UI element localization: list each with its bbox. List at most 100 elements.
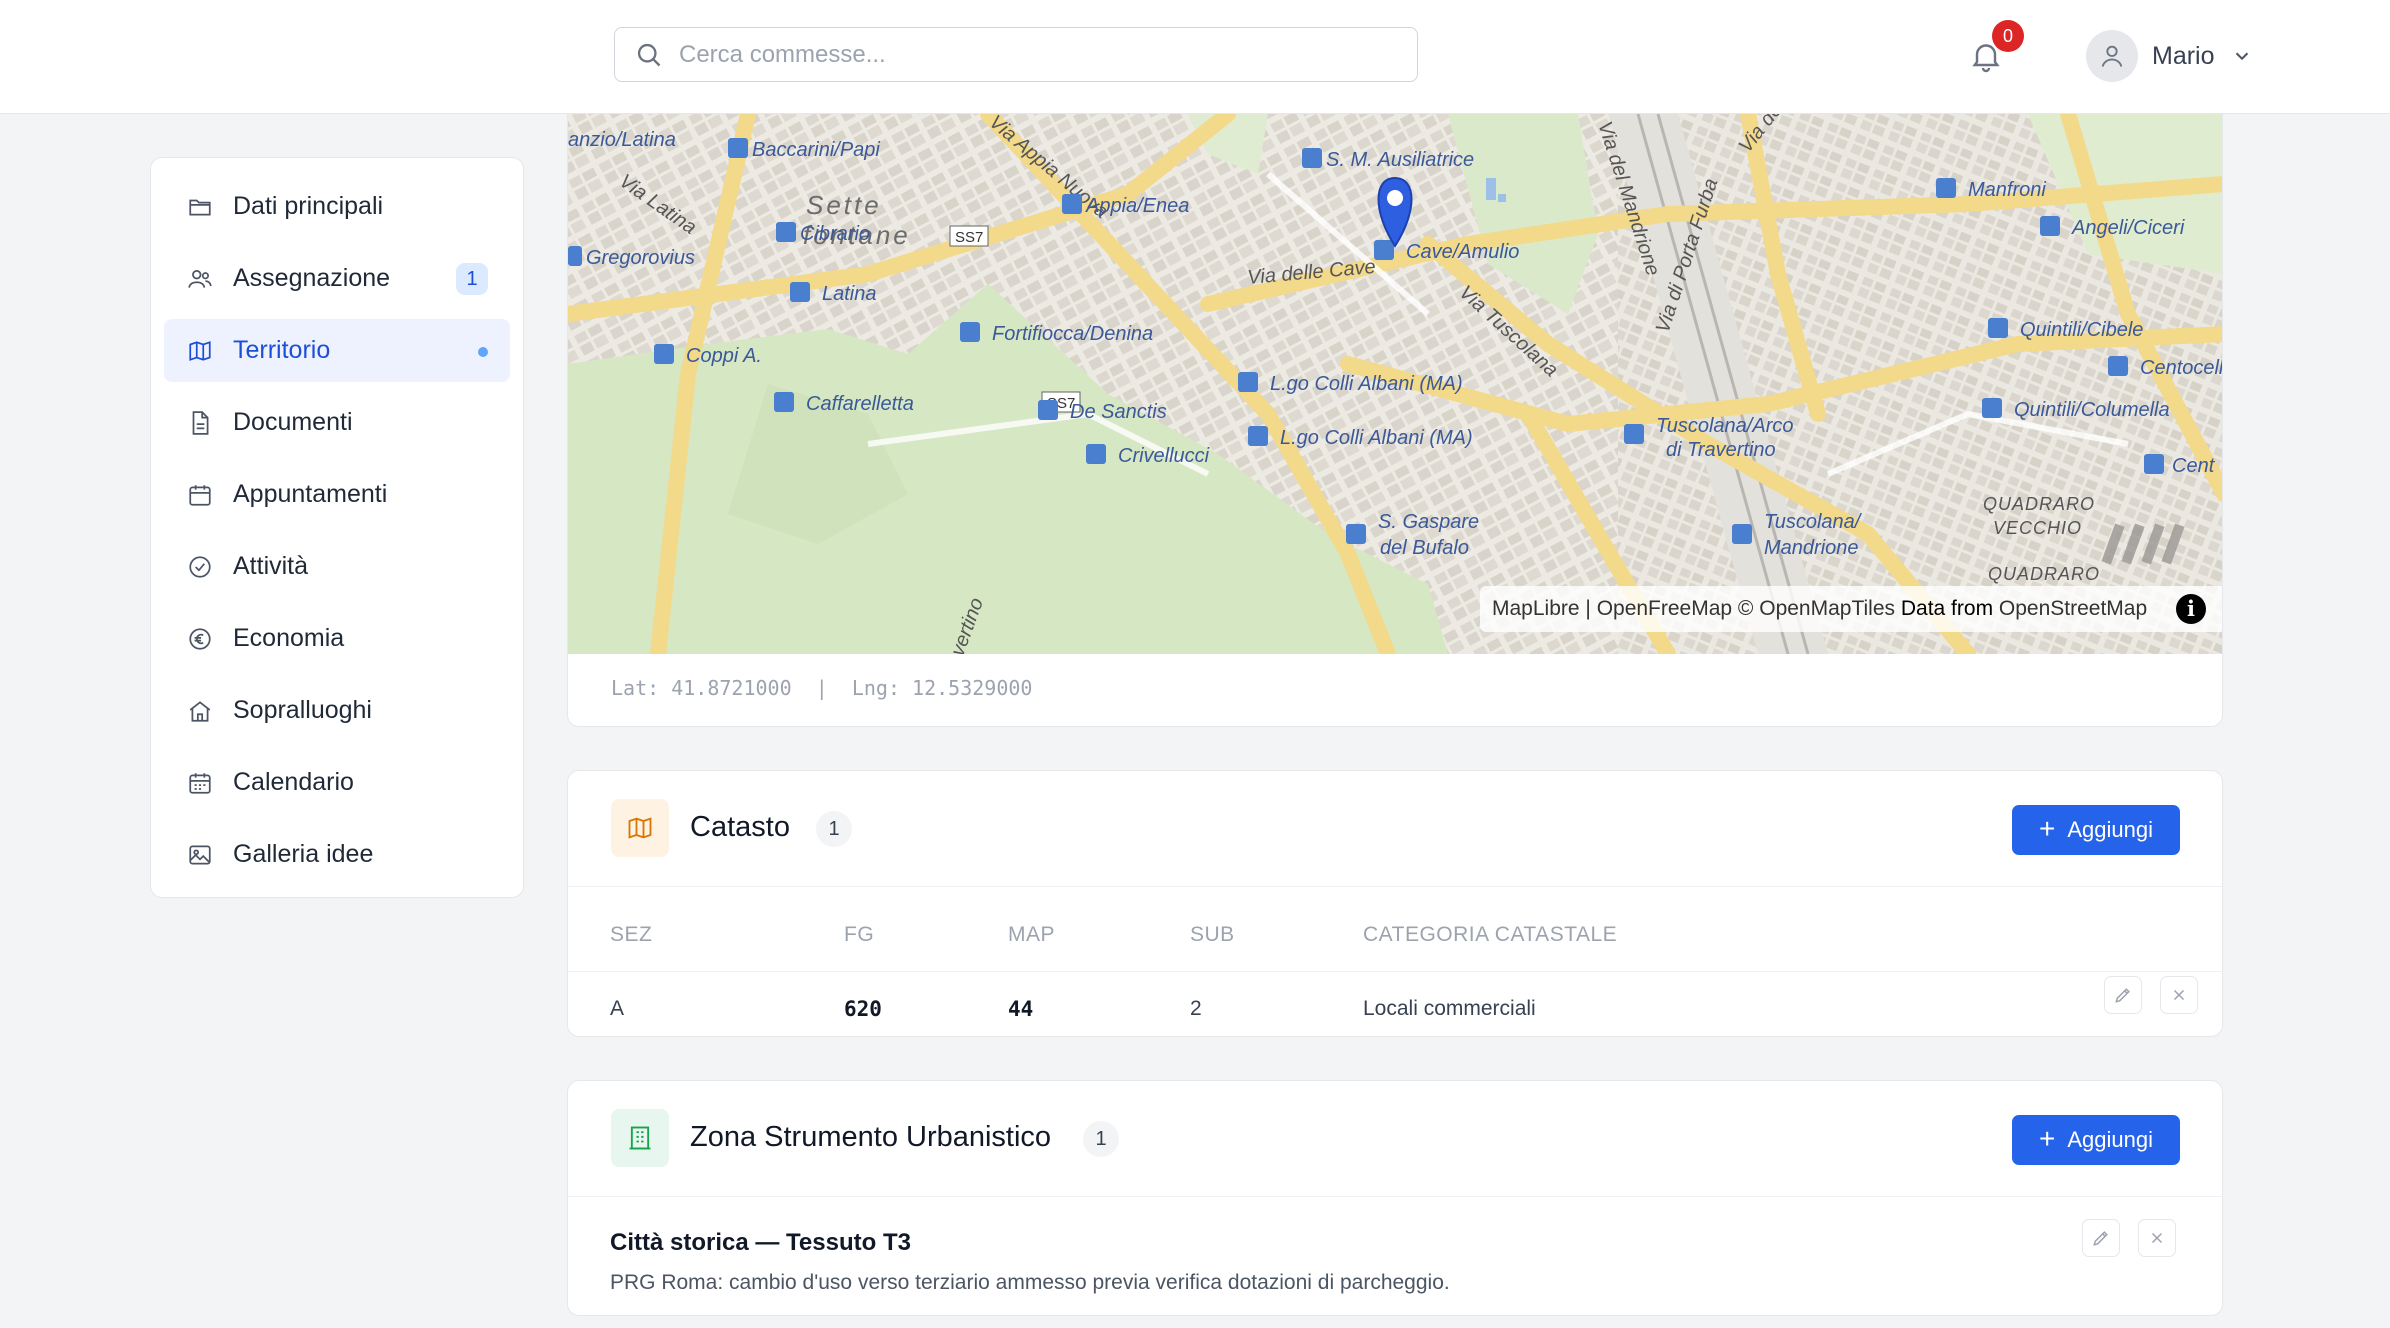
- bus-stop[interactable]: L.go Colli Albani (MA): [1248, 426, 1473, 449]
- sidebar-item-documenti[interactable]: Documenti: [164, 391, 510, 454]
- edit-button[interactable]: [2104, 976, 2142, 1014]
- bus-stop-label: anzio/Latina: [568, 129, 676, 151]
- sidebar-item-territorio[interactable]: Territorio: [164, 319, 510, 382]
- cell-map: 44: [1008, 997, 1034, 1021]
- sidebar-item-sopralluoghi[interactable]: Sopralluoghi: [164, 679, 510, 742]
- svg-text:Angeli/Ciceri: Angeli/Ciceri: [2071, 217, 2185, 239]
- sidebar-item-label: Sopralluoghi: [233, 696, 372, 724]
- sidebar-item-label: Documenti: [233, 408, 353, 436]
- count-badge: 1: [1083, 1121, 1119, 1157]
- map-view[interactable]: Via delle Cave Via Tuscolana Via di Port…: [568, 114, 2223, 654]
- avatar: [2086, 30, 2138, 82]
- bus-stop[interactable]: Cent: [2144, 454, 2216, 477]
- top-bar: 0 Mario: [0, 0, 2390, 114]
- svg-text:Appia/Enea: Appia/Enea: [1085, 195, 1189, 217]
- attribution-osm-link[interactable]: OpenStreetMap: [1999, 597, 2147, 621]
- sidebar-item-appuntamenti[interactable]: Appuntamenti: [164, 463, 510, 526]
- delete-button[interactable]: [2138, 1219, 2176, 1257]
- svg-text:Crivellucci: Crivellucci: [1118, 445, 1210, 467]
- attribution-openfreemap-link[interactable]: OpenFreeMap: [1597, 597, 1732, 621]
- search-input[interactable]: [677, 28, 1401, 82]
- area-label: QUADRARO: [1988, 564, 2100, 584]
- users-icon: [188, 270, 212, 288]
- cell-categoria: Locali commerciali: [1363, 997, 1536, 1020]
- svg-text:Tuscolana/Arco: Tuscolana/Arco: [1656, 415, 1793, 437]
- sidebar-item-economia[interactable]: Economia: [164, 607, 510, 670]
- zona-item-description: PRG Roma: cambio d'uso verso terziario a…: [610, 1271, 1450, 1294]
- attribution-maplibre-link[interactable]: MapLibre: [1492, 597, 1580, 621]
- coordinates-readout: Lat: 41.8721000 | Lng: 12.5329000: [611, 676, 1033, 700]
- bus-stop[interactable]: Coppi A.: [654, 344, 762, 367]
- map-icon: [189, 341, 211, 361]
- attribution-openmaptiles[interactable]: © OpenMapTiles: [1732, 597, 1895, 621]
- bus-stop[interactable]: Latina: [790, 282, 877, 305]
- section-title: Catasto: [690, 811, 790, 843]
- bus-stop[interactable]: Gregorovius: [568, 246, 695, 269]
- card-header: Catasto 1 + Aggiungi: [568, 771, 2222, 887]
- row-divider: [568, 971, 2222, 972]
- add-zona-button[interactable]: + Aggiungi: [2012, 1115, 2180, 1165]
- sidebar-item-label: Dati principali: [233, 192, 384, 220]
- column-header-map: MAP: [1008, 923, 1056, 946]
- user-name: Mario: [2152, 41, 2215, 70]
- search-box[interactable]: [614, 27, 1418, 82]
- svg-text:L.go Colli Albani (MA): L.go Colli Albani (MA): [1280, 427, 1473, 449]
- svg-text:Fortifiocca/Denina: Fortifiocca/Denina: [992, 323, 1153, 345]
- count-badge: 1: [456, 262, 488, 295]
- cell-sub: 2: [1190, 997, 1202, 1020]
- document-icon: [192, 411, 209, 435]
- area-label: Sette: [806, 190, 882, 220]
- sidebar-item-galleria-idee[interactable]: Galleria idee: [164, 823, 510, 886]
- map-attribution: MapLibre | OpenFreeMap © OpenMapTiles Da…: [1480, 586, 2222, 632]
- active-dot: [478, 347, 488, 357]
- zona-card: Zona Strumento Urbanistico 1 + Aggiungi C…: [567, 1080, 2223, 1316]
- svg-text:Caffarelletta: Caffarelletta: [806, 393, 914, 415]
- close-icon: [2151, 1232, 2163, 1244]
- user-icon: [2101, 45, 2123, 67]
- bus-stop[interactable]: Crivellucci: [1086, 444, 1210, 467]
- map-canvas: Via delle Cave Via Tuscolana Via di Port…: [568, 114, 2223, 654]
- zona-icon-box: [611, 1109, 669, 1167]
- cell-sez: A: [610, 997, 625, 1020]
- zona-item-title: Città storica — Tessuto T3: [610, 1229, 911, 1256]
- sidebar-item-label: Attività: [233, 552, 309, 580]
- bus-stop[interactable]: Manfroni: [1936, 178, 2046, 201]
- plus-icon: +: [2039, 812, 2056, 844]
- add-catasto-button[interactable]: + Aggiungi: [2012, 805, 2180, 855]
- svg-text:Cave/Amulio: Cave/Amulio: [1406, 241, 1519, 263]
- catasto-icon-box: [611, 799, 669, 857]
- svg-text:Latina: Latina: [822, 283, 877, 305]
- sidebar-item-dati-principali[interactable]: Dati principali: [164, 175, 510, 238]
- pencil-icon: [2093, 1231, 2108, 1246]
- svg-text:Mandrione: Mandrione: [1764, 537, 1859, 559]
- info-icon[interactable]: i: [2176, 594, 2206, 624]
- home-icon: [189, 701, 211, 722]
- search-icon: [637, 43, 661, 67]
- sidebar-item-label: Economia: [233, 624, 345, 652]
- section-title: Zona Strumento Urbanistico: [690, 1121, 1052, 1153]
- calendar-grid-icon: [189, 773, 211, 794]
- euro-icon: [189, 628, 211, 650]
- column-header-sez: SEZ: [610, 923, 653, 946]
- card-header: Zona Strumento Urbanistico 1 + Aggiungi: [568, 1081, 2222, 1197]
- sidebar-item-assegnazione[interactable]: Assegnazione 1: [164, 247, 510, 310]
- bus-stop[interactable]: Centocell: [2108, 356, 2223, 379]
- svg-text:Gregorovius: Gregorovius: [586, 247, 695, 269]
- user-menu[interactable]: Mario: [2086, 28, 2253, 84]
- area-label: QUADRARO: [1983, 494, 2095, 514]
- bus-stop[interactable]: S. M. Ausiliatrice: [1302, 148, 1474, 171]
- sidebar-item-calendario[interactable]: Calendario: [164, 751, 510, 814]
- svg-text:S. Gaspare: S. Gaspare: [1378, 511, 1479, 533]
- svg-text:del Bufalo: del Bufalo: [1380, 537, 1469, 559]
- edit-button[interactable]: [2082, 1219, 2120, 1257]
- delete-button[interactable]: [2160, 976, 2198, 1014]
- catasto-card: Catasto 1 + Aggiungi SEZ FG MAP SUB CATEG…: [567, 770, 2223, 1037]
- svg-text:Coppi A.: Coppi A.: [686, 345, 762, 367]
- bus-stop[interactable]: L.go Colli Albani (MA): [1238, 372, 1463, 395]
- svg-text:Quintili/Cibele: Quintili/Cibele: [2020, 319, 2143, 341]
- bus-stop[interactable]: Cibrario: [776, 222, 870, 245]
- svg-text:Tuscolana/: Tuscolana/: [1764, 511, 1863, 533]
- svg-text:Baccarini/Papi: Baccarini/Papi: [752, 139, 880, 161]
- sidebar-item-attivita[interactable]: Attività: [164, 535, 510, 598]
- calendar-icon: [189, 485, 211, 506]
